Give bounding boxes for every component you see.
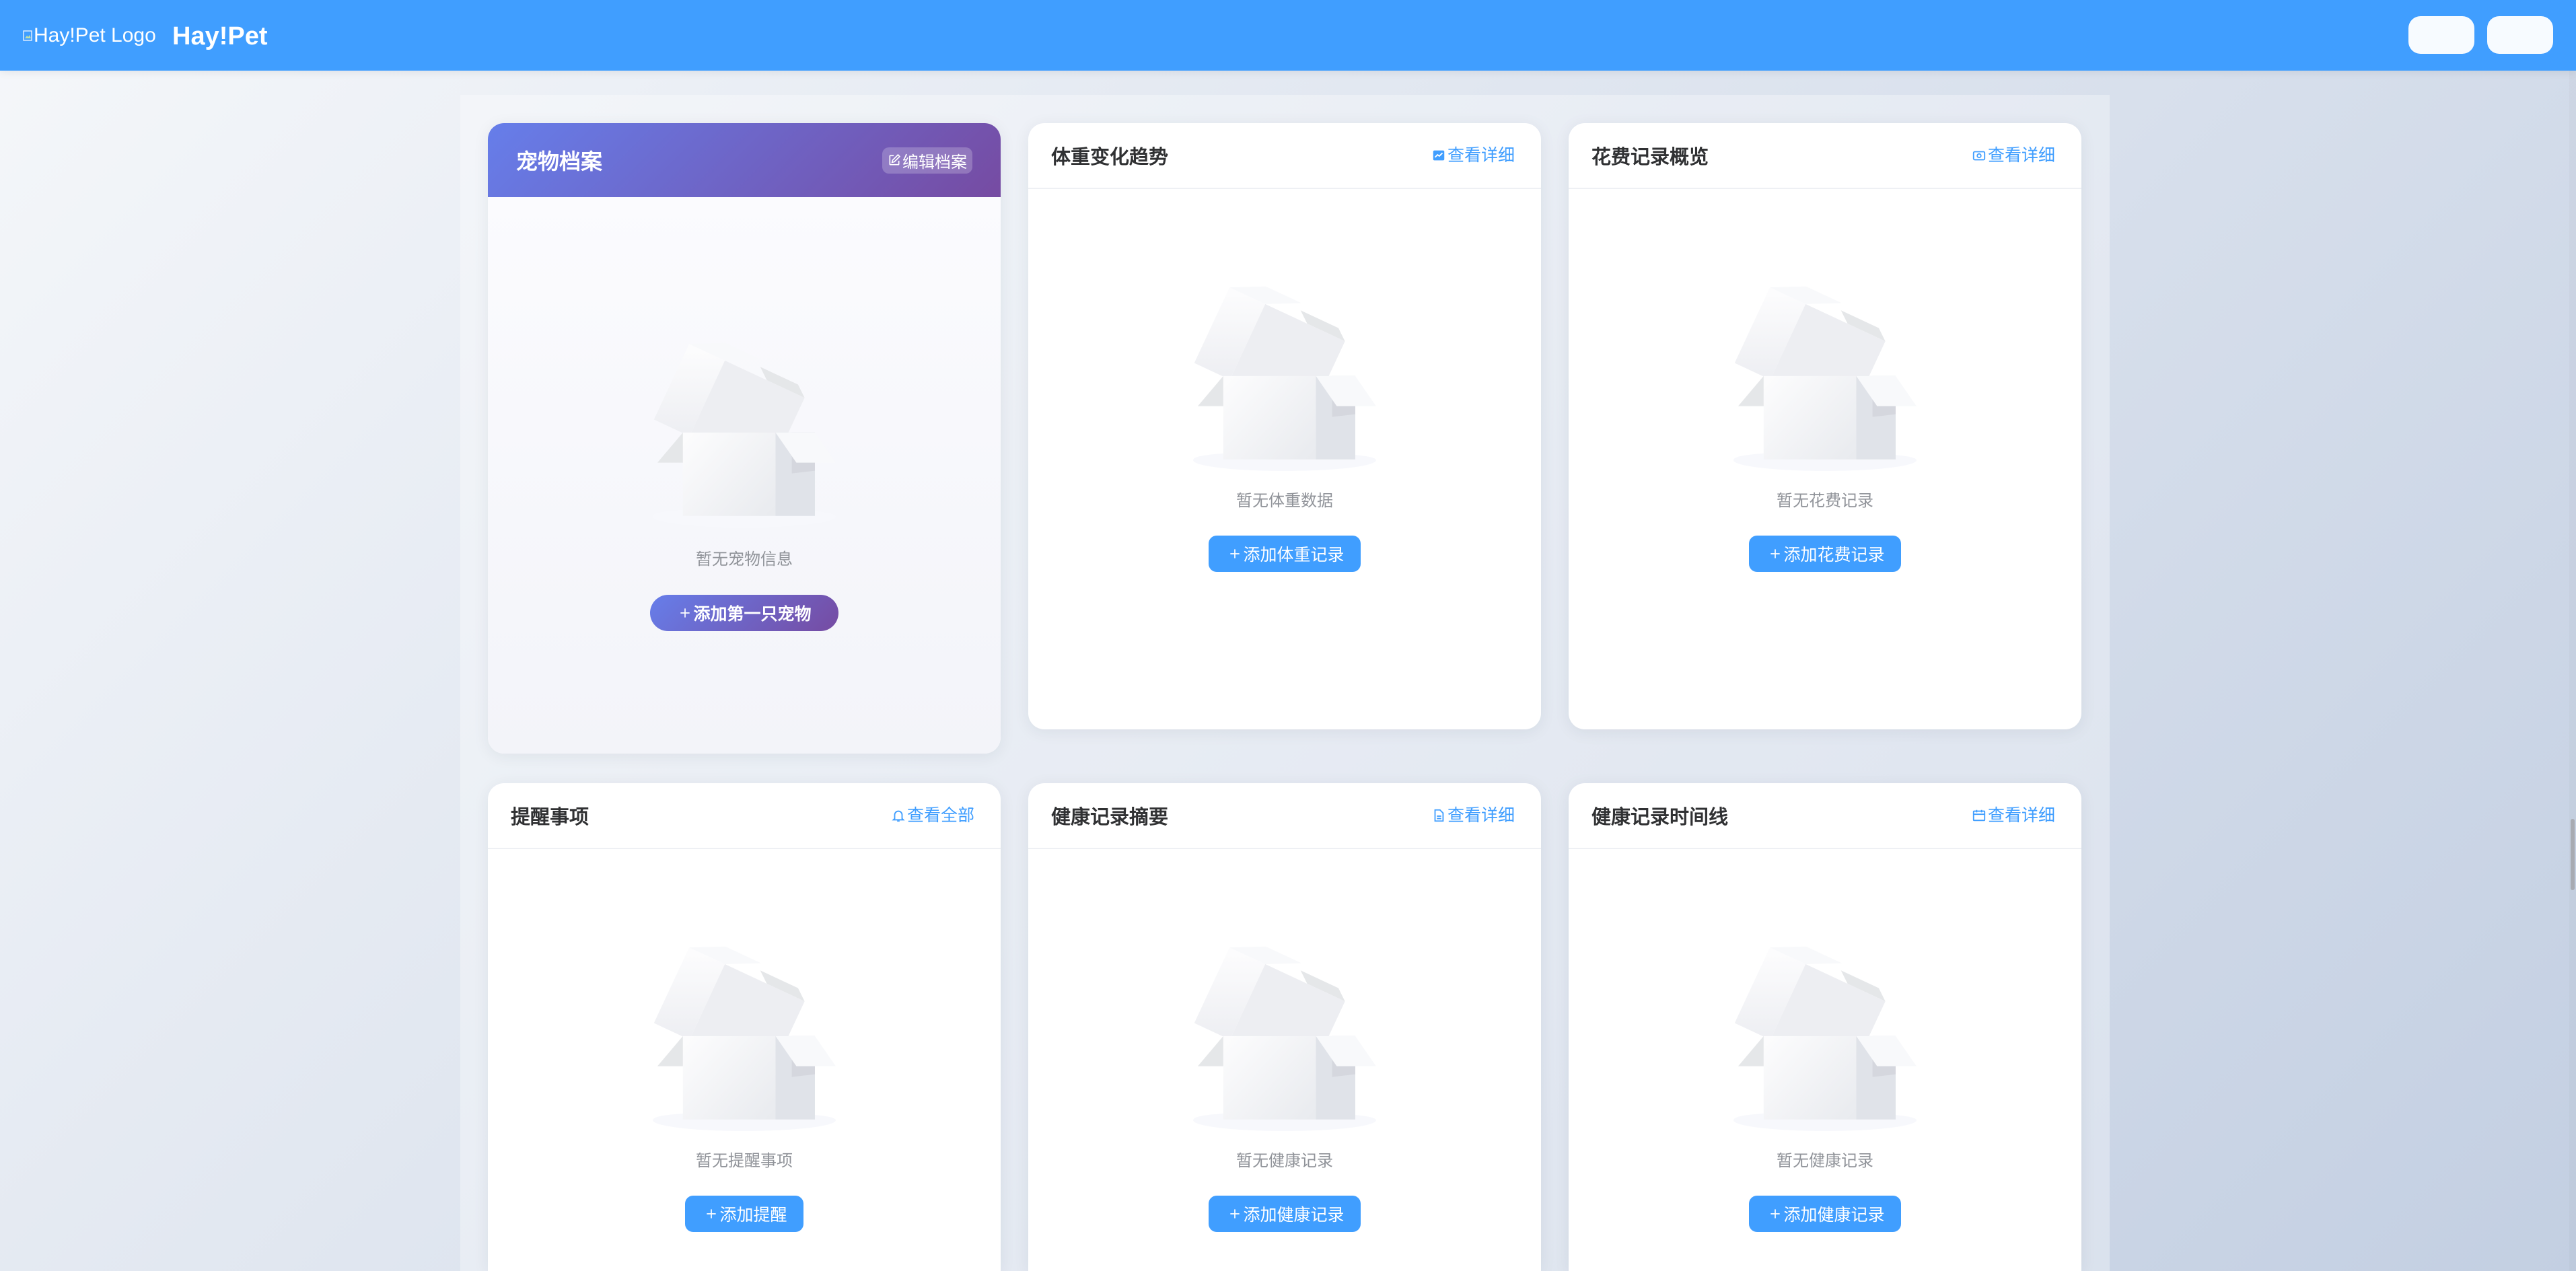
card-header: 体重变化趋势 查看详细 (1028, 123, 1541, 189)
app-root: Hay!Pet Logo Hay!Pet 宠物档案 编辑档案 暂无宠物信息 添加… (0, 0, 2576, 1271)
plus-icon (1768, 1207, 1782, 1221)
pet-card-title: 宠物档案 (516, 149, 603, 174)
card-title: 提醒事项 (511, 807, 589, 828)
calendar-icon (1972, 808, 1987, 823)
broken-image-icon (23, 26, 34, 45)
card-title: 花费记录概览 (1591, 147, 1709, 168)
card-body: 暂无健康记录 添加健康记录 (1028, 849, 1541, 1232)
card-header: 花费记录概览 查看详细 (1569, 123, 2081, 189)
add-health-record-button[interactable]: 添加健康记录 (1209, 1196, 1361, 1232)
empty-text: 暂无宠物信息 (696, 550, 793, 569)
button-label: 添加体重记录 (1243, 546, 1345, 565)
dashboard-grid: 宠物档案 编辑档案 暂无宠物信息 添加第一只宠物 体重变化趋势 查看详细 暂无体… (460, 95, 2110, 1271)
weight-view-details-link[interactable]: 查看详细 (1431, 145, 1515, 166)
link-label: 查看全部 (906, 806, 974, 825)
add-health-record-button[interactable]: 添加健康记录 (1749, 1196, 1901, 1232)
empty-box-illustration (653, 932, 836, 1131)
plus-icon (678, 606, 692, 620)
link-label: 查看详细 (1987, 806, 2055, 825)
logo[interactable]: Hay!Pet Logo (23, 22, 156, 49)
empty-text: 暂无体重数据 (1236, 492, 1333, 510)
health-summary-view-details-link[interactable]: 查看详细 (1431, 805, 1515, 826)
header-action-button-2[interactable] (2487, 16, 2553, 54)
plus-icon (1768, 547, 1782, 560)
page-scrollbar[interactable] (2569, 71, 2576, 1271)
plus-icon (1228, 1207, 1242, 1221)
add-expense-record-button[interactable]: 添加花费记录 (1749, 536, 1901, 572)
top-navbar: Hay!Pet Logo Hay!Pet (0, 0, 2576, 71)
card-header: 提醒事项 查看全部 (488, 783, 1001, 849)
card-title: 体重变化趋势 (1051, 147, 1169, 168)
empty-text: 暂无花费记录 (1777, 492, 1873, 510)
weight-trend-card: 体重变化趋势 查看详细 暂无体重数据 添加体重记录 (1028, 123, 1541, 729)
link-label: 查看详细 (1447, 806, 1515, 825)
card-body: 暂无提醒事项 添加提醒 (488, 849, 1001, 1232)
card-body: 暂无体重数据 添加体重记录 (1028, 189, 1541, 572)
button-label: 添加健康记录 (1783, 1206, 1885, 1225)
pet-card-header: 宠物档案 编辑档案 (488, 123, 1001, 197)
add-reminder-button[interactable]: 添加提醒 (685, 1196, 803, 1232)
card-header: 健康记录摘要 查看详细 (1028, 783, 1541, 849)
card-body: 暂无健康记录 添加健康记录 (1569, 849, 2081, 1232)
pet-profile-card: 宠物档案 编辑档案 暂无宠物信息 添加第一只宠物 (488, 123, 1001, 754)
button-label: 添加花费记录 (1783, 546, 1885, 565)
expense-overview-card: 花费记录概览 查看详细 暂无花费记录 添加花费记录 (1569, 123, 2081, 729)
health-timeline-view-details-link[interactable]: 查看详细 (1972, 805, 2055, 826)
empty-text: 暂无提醒事项 (696, 1152, 793, 1170)
header-action-button-1[interactable] (2408, 16, 2474, 54)
card-body: 暂无花费记录 添加花费记录 (1569, 189, 2081, 572)
empty-box-illustration (1733, 932, 1917, 1131)
health-timeline-card: 健康记录时间线 查看详细 暂无健康记录 添加健康记录 (1569, 783, 2081, 1271)
edit-icon (888, 153, 901, 167)
brand-name[interactable]: Hay!Pet (172, 21, 268, 52)
health-summary-card: 健康记录摘要 查看详细 暂无健康记录 添加健康记录 (1028, 783, 1541, 1271)
plus-icon (1228, 547, 1242, 560)
button-label: 添加提醒 (719, 1206, 787, 1225)
document-icon (1431, 808, 1446, 823)
empty-box-illustration (1733, 272, 1917, 471)
bell-icon (891, 808, 906, 823)
add-first-pet-button[interactable]: 添加第一只宠物 (650, 595, 838, 631)
expense-view-details-link[interactable]: 查看详细 (1972, 145, 2055, 166)
empty-text: 暂无健康记录 (1777, 1152, 1873, 1170)
plus-icon (705, 1207, 718, 1221)
empty-box-illustration (1193, 272, 1376, 471)
trend-charts-icon (1431, 148, 1446, 163)
empty-box-illustration (1193, 932, 1376, 1131)
reminders-card: 提醒事项 查看全部 暂无提醒事项 添加提醒 (488, 783, 1001, 1271)
pet-card-body: 暂无宠物信息 添加第一只宠物 (488, 197, 1001, 754)
money-icon (1972, 148, 1987, 163)
empty-box-illustration (653, 328, 836, 528)
link-label: 查看详细 (1447, 146, 1515, 165)
add-first-pet-label: 添加第一只宠物 (693, 605, 812, 624)
edit-profile-button[interactable]: 编辑档案 (882, 147, 972, 174)
logo-alt-text: Hay!Pet Logo (34, 24, 156, 46)
link-label: 查看详细 (1987, 146, 2055, 165)
scrollbar-thumb[interactable] (2571, 819, 2575, 890)
reminders-view-all-link[interactable]: 查看全部 (891, 805, 974, 826)
card-title: 健康记录时间线 (1591, 807, 1729, 828)
empty-text: 暂无健康记录 (1236, 1152, 1333, 1170)
card-title: 健康记录摘要 (1051, 807, 1169, 828)
edit-profile-label: 编辑档案 (902, 153, 967, 172)
button-label: 添加健康记录 (1243, 1206, 1345, 1225)
card-header: 健康记录时间线 查看详细 (1569, 783, 2081, 849)
add-weight-record-button[interactable]: 添加体重记录 (1209, 536, 1361, 572)
